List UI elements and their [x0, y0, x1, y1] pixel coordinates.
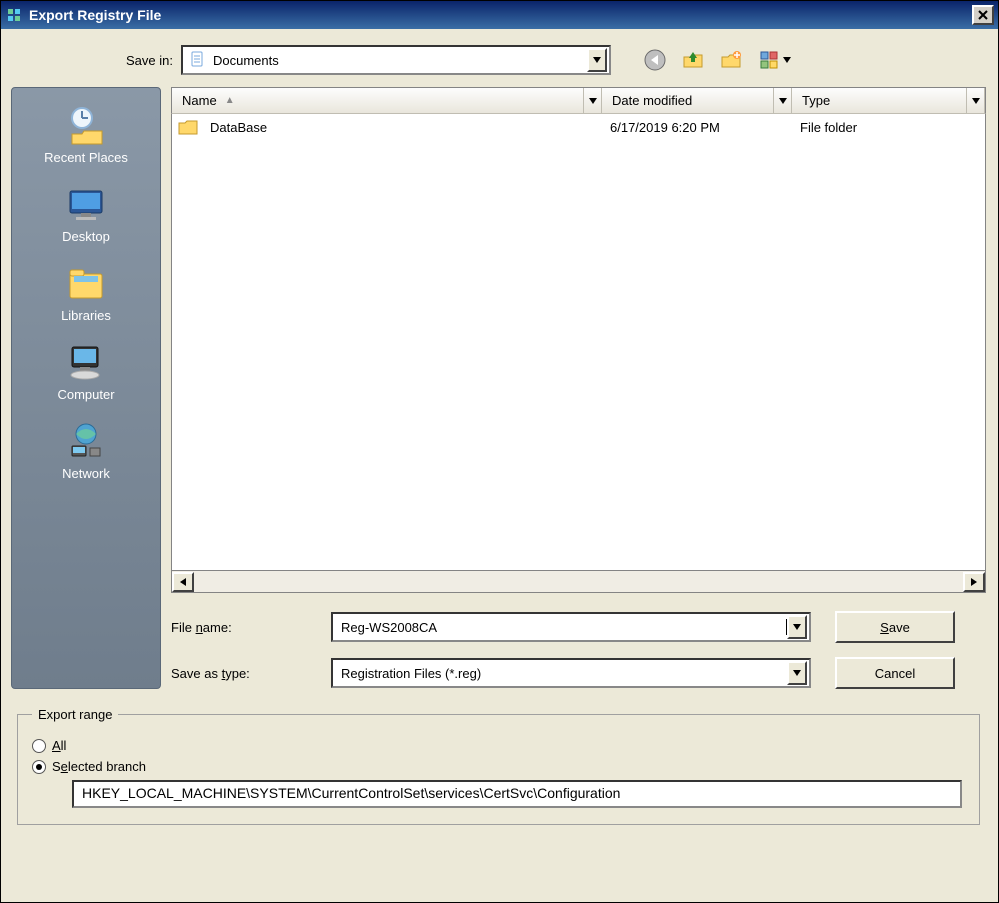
save-button[interactable]: Save — [835, 611, 955, 643]
save-in-value: Documents — [213, 53, 581, 68]
back-button[interactable] — [643, 48, 667, 72]
chevron-down-icon — [593, 57, 601, 63]
scroll-right-button[interactable] — [963, 572, 985, 592]
file-type: File folder — [794, 120, 863, 135]
chevron-down-icon — [793, 624, 801, 630]
close-button[interactable] — [972, 5, 994, 25]
sidebar-item-label: Computer — [57, 387, 114, 402]
save-as-type-dropdown[interactable] — [787, 661, 807, 685]
cancel-button[interactable]: Cancel — [835, 657, 955, 689]
recent-places-icon — [62, 102, 110, 150]
column-label: Name — [182, 93, 217, 108]
export-range-group: Export range All Selected branch HKEY_LO… — [17, 707, 980, 825]
close-icon — [978, 10, 988, 20]
folder-icon — [178, 118, 198, 136]
column-dropdown[interactable] — [966, 88, 984, 113]
selected-branch-input[interactable]: HKEY_LOCAL_MACHINE\SYSTEM\CurrentControl… — [72, 780, 962, 808]
column-headers: Name ▲ Date modified Type — [171, 87, 986, 113]
file-name: DataBase — [204, 120, 604, 135]
desktop-icon — [62, 181, 110, 229]
up-one-level-button[interactable] — [681, 48, 705, 72]
sort-asc-icon: ▲ — [225, 95, 235, 106]
up-folder-icon — [682, 49, 704, 71]
save-as-type-combo[interactable]: Registration Files (*.reg) — [331, 658, 811, 688]
file-list[interactable]: DataBase 6/17/2019 6:20 PM File folder — [171, 113, 986, 571]
sidebar-item-recent-places[interactable]: Recent Places — [12, 98, 160, 173]
chevron-down-icon — [793, 670, 801, 676]
horizontal-scrollbar[interactable] — [171, 571, 986, 593]
scroll-left-button[interactable] — [172, 572, 194, 592]
radio-all-label: All — [52, 738, 66, 753]
network-icon — [62, 418, 110, 466]
chevron-down-icon — [783, 57, 791, 63]
views-button[interactable] — [757, 48, 793, 72]
new-folder-button[interactable] — [719, 48, 743, 72]
save-in-combo[interactable]: Documents — [181, 45, 611, 75]
radio-icon — [32, 739, 46, 753]
computer-icon — [62, 339, 110, 387]
column-dropdown[interactable] — [583, 88, 601, 113]
save-in-label: Save in: — [101, 53, 173, 68]
radio-icon — [32, 760, 46, 774]
sidebar-item-label: Recent Places — [44, 150, 128, 165]
chevron-down-icon — [779, 98, 787, 104]
sidebar-item-network[interactable]: Network — [12, 414, 160, 489]
chevron-left-icon — [180, 578, 186, 586]
column-header-type[interactable]: Type — [792, 88, 985, 113]
column-header-name[interactable]: Name ▲ — [172, 88, 602, 113]
export-range-legend: Export range — [32, 707, 118, 722]
sidebar-item-label: Network — [62, 466, 110, 481]
chevron-down-icon — [972, 98, 980, 104]
new-folder-icon — [720, 49, 742, 71]
column-label: Type — [802, 93, 830, 108]
views-icon — [760, 51, 780, 69]
file-name-label: File name: — [171, 620, 331, 635]
radio-selected-branch[interactable]: Selected branch — [32, 759, 965, 774]
radio-all[interactable]: All — [32, 738, 965, 753]
sidebar-item-libraries[interactable]: Libraries — [12, 256, 160, 331]
titlebar: Export Registry File — [1, 1, 998, 29]
column-label: Date modified — [612, 93, 692, 108]
selected-branch-value: HKEY_LOCAL_MACHINE\SYSTEM\CurrentControl… — [82, 785, 620, 801]
documents-icon — [189, 51, 207, 69]
app-icon — [5, 6, 23, 24]
back-icon — [644, 49, 666, 71]
file-date: 6/17/2019 6:20 PM — [604, 120, 794, 135]
radio-selected-label: Selected branch — [52, 759, 146, 774]
file-name-value: Reg-WS2008CA — [341, 620, 785, 635]
save-as-type-label: Save as type: — [171, 666, 331, 681]
column-dropdown[interactable] — [773, 88, 791, 113]
window-title: Export Registry File — [29, 7, 972, 23]
chevron-down-icon — [589, 98, 597, 104]
chevron-right-icon — [971, 578, 977, 586]
libraries-icon — [62, 260, 110, 308]
save-as-type-value: Registration Files (*.reg) — [341, 666, 787, 681]
sidebar-item-label: Libraries — [61, 308, 111, 323]
save-in-dropdown[interactable] — [587, 48, 607, 72]
sidebar-item-computer[interactable]: Computer — [12, 335, 160, 410]
file-name-input[interactable]: Reg-WS2008CA — [331, 612, 811, 642]
places-sidebar: Recent Places Desktop — [11, 87, 161, 689]
sidebar-item-label: Desktop — [62, 229, 110, 244]
column-header-date[interactable]: Date modified — [602, 88, 792, 113]
file-name-dropdown[interactable] — [787, 615, 807, 639]
sidebar-item-desktop[interactable]: Desktop — [12, 177, 160, 252]
file-row[interactable]: DataBase 6/17/2019 6:20 PM File folder — [172, 114, 985, 140]
